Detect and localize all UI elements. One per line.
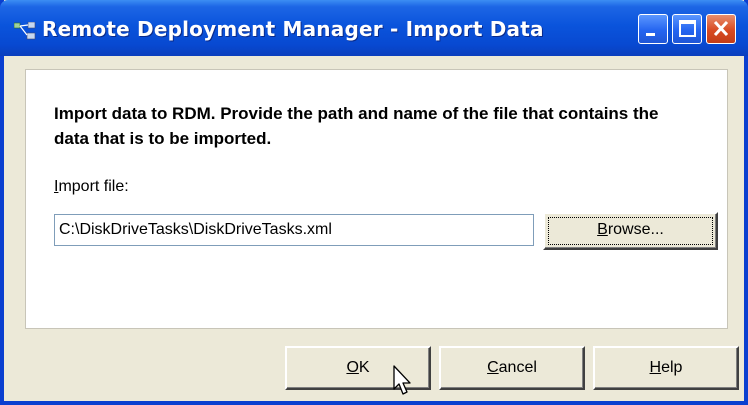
minimize-button[interactable] (638, 14, 668, 44)
window-title: Remote Deployment Manager - Import Data (42, 17, 544, 41)
app-icon (13, 21, 36, 40)
maximize-icon (679, 20, 696, 37)
intro-text: Import data to RDM. Provide the path and… (54, 104, 659, 148)
import-file-label: Import file: (54, 178, 129, 195)
minimize-icon (646, 33, 655, 36)
title-bar[interactable]: Remote Deployment Manager - Import Data (0, 0, 748, 56)
browse-button[interactable]: Browse... (543, 212, 718, 250)
cancel-button[interactable]: Cancel (439, 346, 585, 390)
content-panel: Import data to RDM. Provide the path and… (25, 69, 728, 329)
import-data-dialog: Remote Deployment Manager - Import Data … (0, 0, 748, 405)
close-button[interactable] (706, 14, 736, 44)
help-button[interactable]: Help (593, 346, 739, 390)
import-file-input[interactable] (54, 214, 534, 246)
mouse-pointer-icon (393, 365, 411, 395)
close-icon (713, 20, 729, 37)
maximize-button[interactable] (672, 14, 702, 44)
